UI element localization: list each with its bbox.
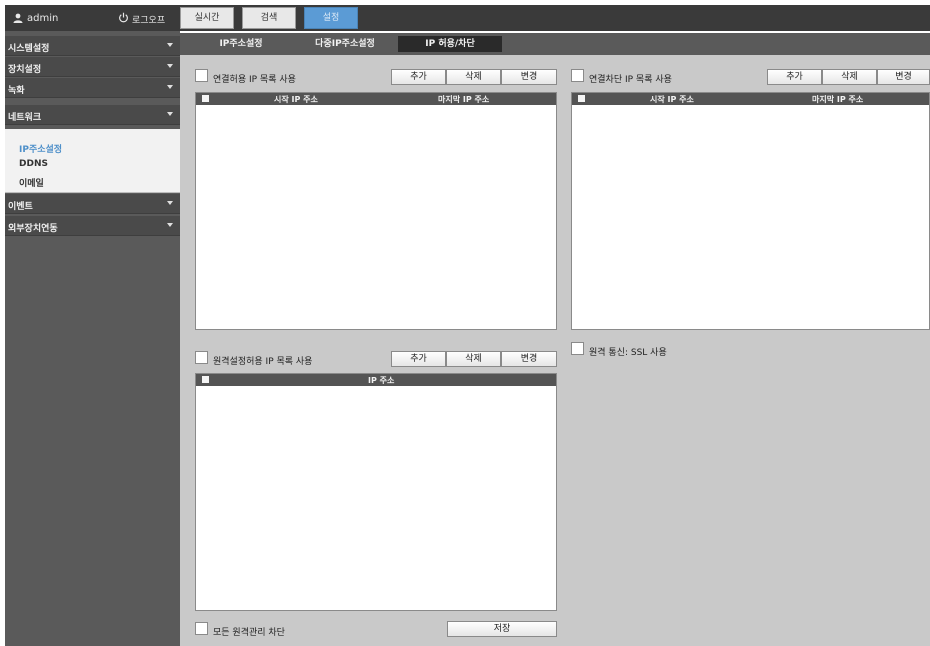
subtab-ip-allow-block[interactable]: IP 허용/차단	[398, 36, 502, 52]
chevron-down-icon	[167, 201, 173, 205]
remote-list-table[interactable]: IP 주소	[195, 373, 557, 611]
allow-add-button[interactable]: 추가	[391, 69, 446, 85]
menu-label: 시스템설정	[8, 44, 50, 54]
menu-external-device[interactable]: 외부장치연동	[5, 216, 180, 236]
remote-list-label: 원격설정허용 IP 목록 사용	[213, 357, 313, 367]
ssl-label: 원격 통신: SSL 사용	[589, 348, 667, 358]
submenu-ip-address[interactable]: IP주소설정	[19, 142, 62, 155]
menu-network[interactable]: 네트워크	[5, 105, 180, 125]
column-end-ip: 마지막 IP 주소	[438, 95, 490, 104]
allow-list-label: 연결허용 IP 목록 사용	[213, 75, 296, 85]
tab-settings[interactable]: 설정	[304, 7, 358, 29]
remote-add-button[interactable]: 추가	[391, 351, 446, 367]
top-nav: 실시간 검색 설정	[180, 5, 930, 31]
menu-device-settings[interactable]: 장치설정	[5, 57, 180, 77]
allow-delete-button[interactable]: 삭제	[446, 69, 501, 85]
column-ip: IP 주소	[368, 376, 395, 385]
chevron-down-icon	[167, 223, 173, 227]
submenu-ddns[interactable]: DDNS	[19, 159, 48, 169]
tab-search[interactable]: 검색	[242, 7, 296, 29]
chevron-down-icon	[167, 43, 173, 47]
menu-label: 녹화	[8, 86, 25, 96]
subtab-ip-address[interactable]: IP주소설정	[189, 36, 293, 52]
user-bar: admin 로그오프	[5, 5, 180, 31]
menu-event[interactable]: 이벤트	[5, 194, 180, 214]
column-end-ip: 마지막 IP 주소	[812, 95, 864, 104]
username: admin	[27, 13, 59, 24]
menu-label: 이벤트	[8, 202, 33, 212]
table-header: IP 주소	[196, 374, 556, 386]
menu-system-settings[interactable]: 시스템설정	[5, 36, 180, 56]
subtab-multi-ip[interactable]: 다중IP주소설정	[293, 36, 397, 52]
block-all-remote-label: 모든 원격관리 차단	[213, 628, 285, 638]
block-list-checkbox[interactable]	[571, 69, 584, 82]
select-all-checkbox[interactable]	[202, 376, 209, 383]
allow-change-button[interactable]: 변경	[501, 69, 557, 85]
block-list-label: 연결차단 IP 목록 사용	[589, 75, 672, 85]
ssl-checkbox[interactable]	[571, 342, 584, 355]
chevron-down-icon	[167, 85, 173, 89]
select-all-checkbox[interactable]	[202, 95, 209, 102]
submenu-email[interactable]: 이메일	[19, 176, 44, 189]
allow-list-checkbox[interactable]	[195, 69, 208, 82]
logout-button[interactable]: 로그오프	[132, 13, 165, 26]
select-all-checkbox[interactable]	[578, 95, 585, 102]
power-icon[interactable]	[118, 12, 129, 23]
remote-delete-button[interactable]: 삭제	[446, 351, 501, 367]
block-change-button[interactable]: 변경	[877, 69, 930, 85]
block-add-button[interactable]: 추가	[767, 69, 822, 85]
network-submenu: IP주소설정 DDNS 이메일	[5, 129, 180, 193]
remote-list-checkbox[interactable]	[195, 351, 208, 364]
table-header: 시작 IP 주소 마지막 IP 주소	[196, 93, 556, 105]
block-list-table[interactable]: 시작 IP 주소 마지막 IP 주소	[571, 92, 930, 330]
chevron-down-icon	[167, 64, 173, 68]
menu-label: 장치설정	[8, 65, 42, 75]
save-button[interactable]: 저장	[447, 621, 557, 637]
block-delete-button[interactable]: 삭제	[822, 69, 877, 85]
settings-panel: 연결허용 IP 목록 사용 추가 삭제 변경 시작 IP 주소 마지막 IP 주…	[180, 55, 930, 646]
menu-label: 외부장치연동	[8, 224, 58, 234]
column-start-ip: 시작 IP 주소	[274, 95, 318, 104]
menu-recording[interactable]: 녹화	[5, 78, 180, 98]
menu-label: 네트워크	[8, 113, 42, 123]
block-all-remote-checkbox[interactable]	[195, 622, 208, 635]
sidebar: admin 로그오프 시스템설정 장치설정 녹화 네트워크 IP주소설정 DDN…	[5, 5, 180, 646]
allow-list-table[interactable]: 시작 IP 주소 마지막 IP 주소	[195, 92, 557, 330]
chevron-down-icon	[167, 112, 173, 116]
user-icon	[13, 13, 23, 23]
tab-live[interactable]: 실시간	[180, 7, 234, 29]
table-header: 시작 IP 주소 마지막 IP 주소	[572, 93, 929, 105]
remote-change-button[interactable]: 변경	[501, 351, 557, 367]
column-start-ip: 시작 IP 주소	[650, 95, 694, 104]
sub-nav: IP주소설정 다중IP주소설정 IP 허용/차단	[180, 33, 930, 55]
